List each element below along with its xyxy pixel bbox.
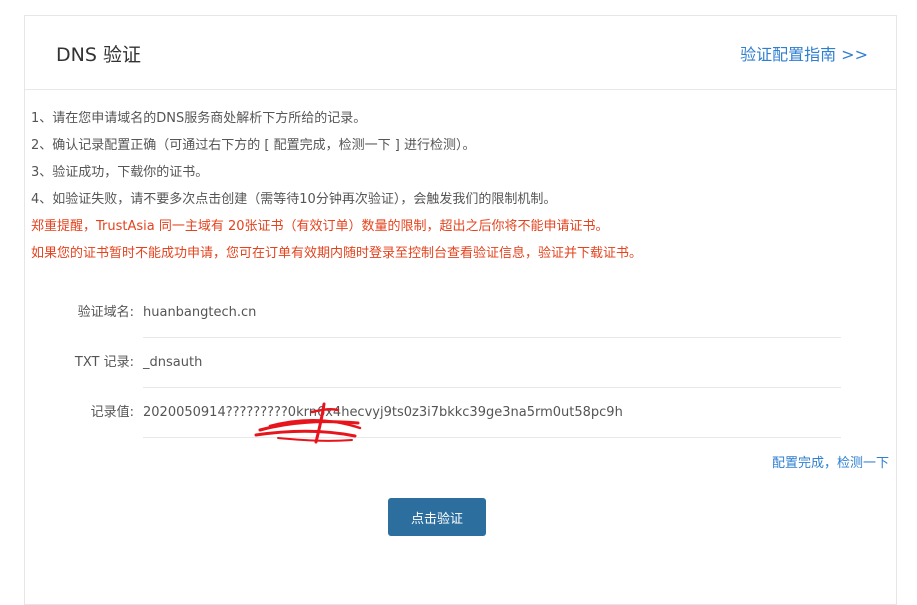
instruction-step-1: 1、请在您申请域名的DNS服务商处解析下方所给的记录。 [31,111,367,126]
check-configuration-link[interactable]: 配置完成，检测一下 [772,452,889,471]
record-label: 验证域名: [77,305,134,320]
record-row-value: 记录值: 2020050914?????????0krn6x4hecvyj9ts… [0,388,871,438]
warning-limit-notice: 郑重提醒，TrustAsia 同一主域有 20张证书（有效订单）数量的限制，超出… [31,219,609,234]
record-value-domain: huanbangtech.cn [143,288,841,338]
record-row-domain: 验证域名: huanbangtech.cn [0,288,871,338]
record-label: 记录值: [90,405,134,420]
instruction-step-3: 3、验证成功，下载你的证书。 [31,165,209,180]
record-value-txt: _dnsauth [143,338,841,388]
panel-header: DNS 验证 验证配置指南 >> [25,16,896,90]
record-row-txt: TXT 记录: _dnsauth [0,338,871,388]
record-value-token: 2020050914?????????0krn6x4hecvyj9ts0z3i7… [143,388,841,438]
verify-button[interactable]: 点击验证 [388,498,486,536]
instruction-step-2: 2、确认记录配置正确（可通过右下方的 [ 配置完成，检测一下 ] 进行检测）。 [31,138,476,153]
page-title: DNS 验证 [56,44,141,66]
record-label: TXT 记录: [74,355,134,370]
warning-retry-notice: 如果您的证书暂时不能成功申请，您可在订单有效期内随时登录至控制台查看验证信息，验… [31,246,643,261]
verification-guide-link[interactable]: 验证配置指南 >> [740,41,868,65]
instructions-list: 1、请在您申请域名的DNS服务商处解析下方所给的记录。 2、确认记录配置正确（可… [31,105,851,267]
dns-record-table: 验证域名: huanbangtech.cn TXT 记录: _dnsauth 记… [0,288,871,438]
instruction-step-4: 4、如验证失败，请不要多次点击创建（需等待10分钟再次验证），会触发我们的限制机… [31,192,557,207]
